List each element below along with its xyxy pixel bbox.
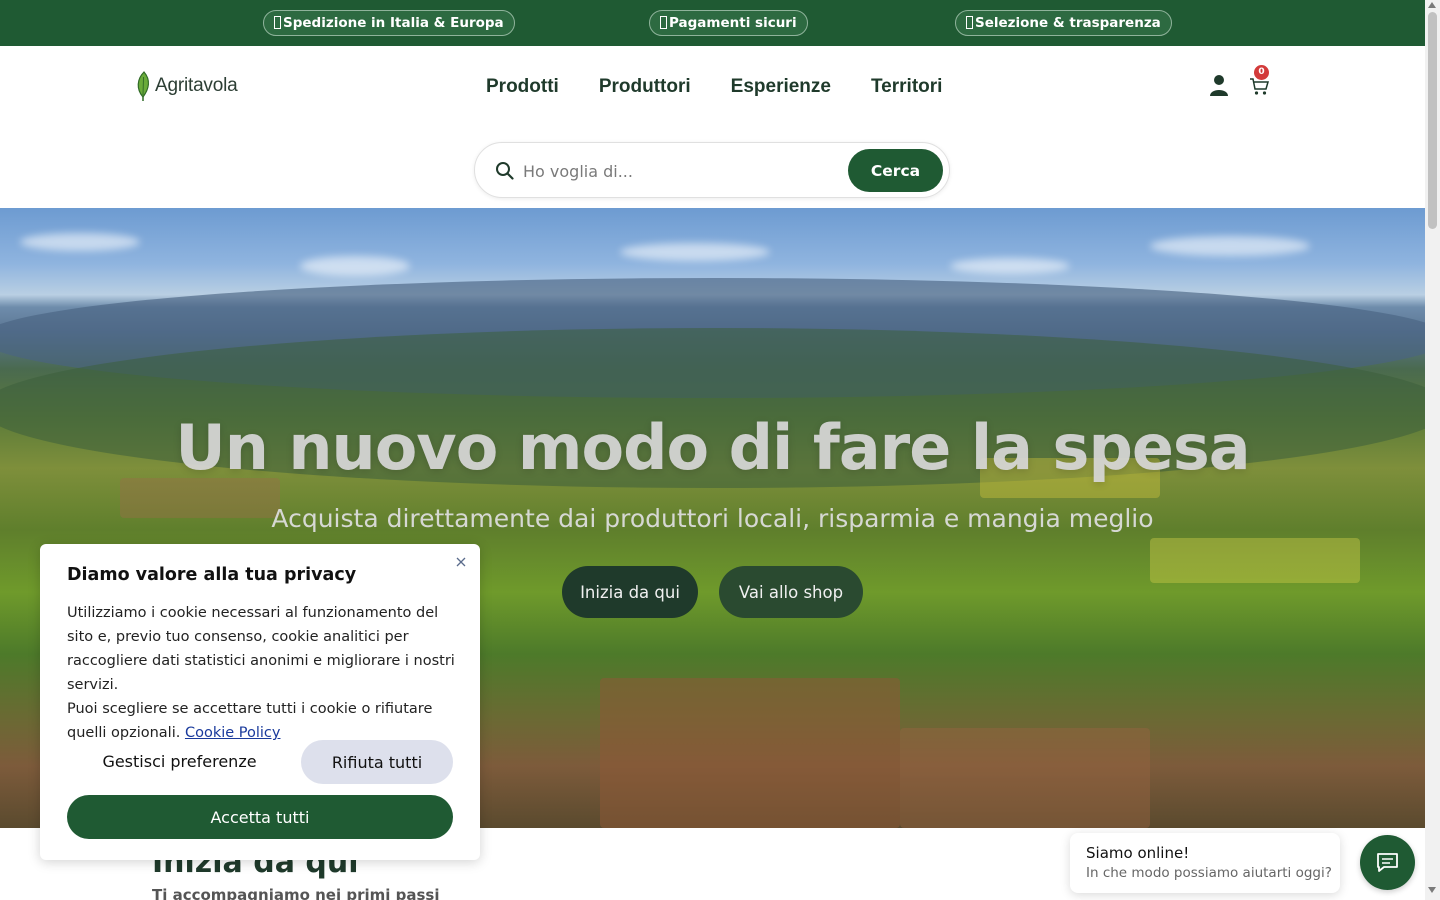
- cookie-policy-link[interactable]: Cookie Policy: [185, 725, 281, 741]
- cookie-consent-dialog: Diamo valore alla tua privacy Utilizziam…: [40, 544, 480, 860]
- nav-item-produttori[interactable]: Produttori: [599, 76, 691, 98]
- cloud: [620, 243, 770, 261]
- payments-label: Pagamenti sicuri: [669, 15, 797, 31]
- selection-badge: Selezione & trasparenza: [955, 10, 1172, 36]
- search-icon: [496, 162, 514, 180]
- chat-subtitle: In che modo possiamo aiutarti oggi?: [1086, 865, 1332, 881]
- search-input[interactable]: [523, 155, 843, 187]
- shipping-badge: Spedizione in Italia & Europa: [263, 10, 515, 36]
- shipping-label: Spedizione in Italia & Europa: [283, 15, 504, 31]
- main-nav: Prodotti Produttori Esperienze Territori: [486, 76, 942, 98]
- chat-title: Siamo online!: [1086, 844, 1190, 862]
- page-scrollbar[interactable]: [1425, 0, 1440, 900]
- logo-text: Agritavola: [155, 75, 238, 96]
- chat-button[interactable]: [1360, 835, 1415, 890]
- scroll-up-arrow[interactable]: [1428, 2, 1436, 8]
- chat-icon: [1377, 853, 1398, 872]
- selection-label: Selezione & trasparenza: [975, 15, 1161, 31]
- hero-subtitle: Acquista direttamente dai produttori loc…: [271, 504, 1154, 533]
- logo[interactable]: Agritavola: [135, 70, 238, 102]
- cookie-body: Utilizziamo i cookie necessari al funzio…: [67, 601, 459, 745]
- nav-item-territori[interactable]: Territori: [871, 76, 942, 98]
- search-button[interactable]: Cerca: [848, 149, 943, 192]
- check-icon: [966, 16, 973, 29]
- cart-count-badge: 0: [1254, 65, 1269, 80]
- site-header: Agritavola Prodotti Produttori Esperienz…: [0, 46, 1425, 208]
- manage-preferences-button[interactable]: Gestisci preferenze: [67, 741, 292, 781]
- truck-icon: [274, 16, 281, 29]
- cloud: [20, 233, 140, 251]
- cloud: [1150, 236, 1310, 256]
- user-icon[interactable]: [1209, 74, 1229, 96]
- cookie-title: Diamo valore alla tua privacy: [67, 565, 357, 585]
- field: [600, 678, 900, 828]
- cloud: [950, 258, 1070, 274]
- start-here-button[interactable]: Inizia da qui: [562, 566, 698, 618]
- scroll-down-arrow[interactable]: [1428, 887, 1436, 893]
- cookie-text: Utilizziamo i cookie necessari al funzio…: [67, 605, 455, 693]
- payments-badge: Pagamenti sicuri: [649, 10, 808, 36]
- go-to-shop-button[interactable]: Vai allo shop: [719, 566, 863, 618]
- top-announcement-bar: Spedizione in Italia & Europa Pagamenti …: [0, 0, 1425, 46]
- reject-all-button[interactable]: Rifiuta tutti: [301, 740, 453, 784]
- scroll-thumb[interactable]: [1428, 12, 1437, 229]
- search-bar: Cerca: [474, 142, 950, 198]
- lock-icon: [660, 16, 667, 29]
- chat-greeting[interactable]: Siamo online! In che modo possiamo aiuta…: [1070, 833, 1340, 893]
- close-icon[interactable]: [453, 554, 469, 570]
- accept-all-button[interactable]: Accetta tutti: [67, 795, 453, 839]
- field: [900, 728, 1150, 828]
- hero-title: Un nuovo modo di fare la spesa: [175, 411, 1250, 484]
- field: [1150, 538, 1360, 583]
- nav-item-prodotti[interactable]: Prodotti: [486, 76, 559, 98]
- nav-item-esperienze[interactable]: Esperienze: [731, 76, 831, 98]
- cloud: [300, 256, 410, 276]
- leaf-icon: [137, 71, 149, 101]
- section-subtitle: Ti accompagniamo nei primi passi: [152, 886, 440, 900]
